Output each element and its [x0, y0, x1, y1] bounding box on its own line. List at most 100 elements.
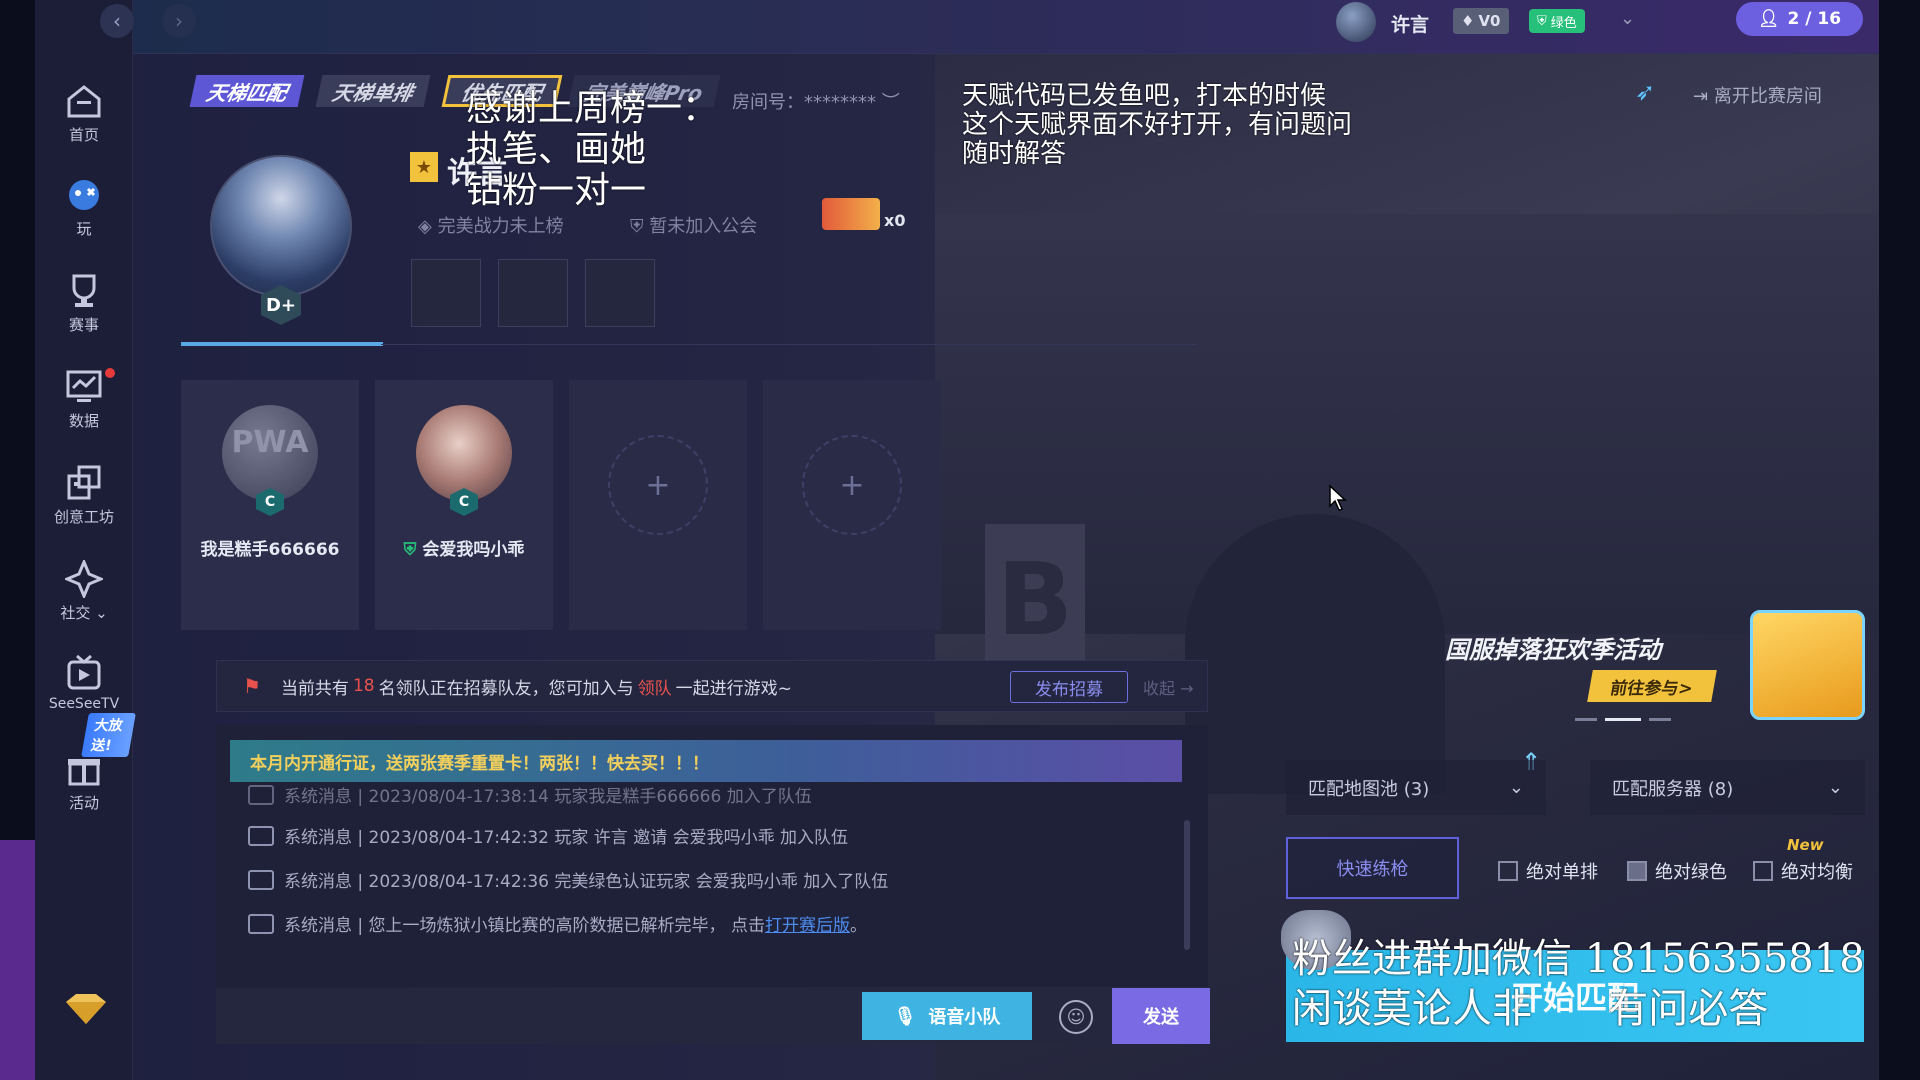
- team-card-1[interactable]: PWA C 我是糕手666666: [181, 380, 359, 630]
- avatar-pwa-text: PWA: [231, 425, 309, 460]
- chat-message: 系统消息 | 2023/08/04-17:42:32 玩家 许言 邀请 会爱我吗…: [248, 823, 848, 848]
- teammate-name: ⛨ 会爱我吗小乖: [403, 540, 525, 560]
- medal-slot-3[interactable]: [585, 259, 655, 327]
- team-card-2[interactable]: C ⛨ 会爱我吗小乖: [375, 380, 553, 630]
- vip-badge[interactable]: ♦ V0: [1453, 8, 1509, 34]
- guild-icon: ⛨: [630, 216, 644, 237]
- profile-divider: [381, 344, 1197, 345]
- eye-closed-icon[interactable]: ︶: [882, 92, 900, 113]
- add-user-icon[interactable]: +: [608, 435, 708, 535]
- absolute-green-checkbox[interactable]: 绝对绿色: [1627, 858, 1727, 884]
- send-button[interactable]: 发送: [1112, 988, 1210, 1044]
- leave-room-button[interactable]: ⇥ 离开比赛房间: [1693, 82, 1822, 108]
- map-pool-dropdown[interactable]: 匹配地图池 (3) ⌄: [1286, 760, 1546, 815]
- chat-panel: 本月内开通行证，送两张赛季重置卡！两张！！快去买！！！ 系统消息 | 2023/…: [216, 725, 1208, 987]
- profile-tab-underline: [181, 342, 383, 346]
- sidebar-item-label: SeeSeeTV: [48, 696, 120, 712]
- carousel-dot-active[interactable]: [1605, 718, 1641, 721]
- rocket-icon[interactable]: ➶: [1635, 78, 1655, 106]
- arch-doorway: [1185, 514, 1445, 794]
- server-pool-dropdown[interactable]: 匹配服务器 (8) ⌄: [1590, 760, 1865, 815]
- publish-recruit-button[interactable]: 发布招募: [1010, 671, 1128, 703]
- chart-icon: [64, 368, 104, 406]
- workshop-icon: [64, 464, 104, 502]
- post-match-link[interactable]: 打开赛后版: [765, 911, 850, 936]
- chevron-left-icon: ‹: [113, 9, 121, 33]
- medal-slot-2[interactable]: [498, 259, 568, 327]
- smiley-icon: ☺: [1066, 1006, 1086, 1028]
- chat-message: 系统消息 | 2023/08/04-17:42:36 完美绿色认证玩家 会爱我吗…: [248, 867, 888, 892]
- event-banner[interactable]: 国服掉落狂欢季活动 前往参与>: [1445, 610, 1865, 730]
- invite-slot-1[interactable]: +: [569, 380, 747, 630]
- invite-slot-2[interactable]: +: [763, 380, 941, 630]
- chevron-down-icon: ⌄: [95, 604, 108, 622]
- sidebar-item-social[interactable]: 社交 ⌄: [35, 560, 133, 623]
- teammate-avatar: PWA: [222, 405, 318, 501]
- account-dropdown[interactable]: ⌄: [1620, 8, 1635, 29]
- sidebar-item-workshop[interactable]: 创意工坊: [35, 464, 133, 527]
- player-avatar[interactable]: [210, 155, 352, 297]
- overlay-wechat-text: 粉丝进群加微信 18156355818 闲谈莫论人非 有问必答: [1292, 936, 1865, 1032]
- game-client-window: 首页 玩 赛事 数据 创意工坊 社交 ⌄ SeeSeeTV 大放送! 活动 ‹ …: [35, 0, 1879, 1080]
- overlay-talent-text: 天赋代码已发鱼吧，打本的时候 这个天赋界面不好打开，有问题问 随时解答: [962, 81, 1353, 169]
- wall-letter-b: B: [985, 524, 1085, 674]
- sidebar-item-data[interactable]: 数据: [35, 368, 133, 431]
- chat-scrollbar[interactable]: [1184, 820, 1190, 950]
- new-label: New: [1787, 836, 1824, 854]
- sidebar-item-play[interactable]: 玩: [35, 176, 133, 239]
- sidebar-item-activity[interactable]: 活动: [35, 750, 133, 813]
- medal-slot-1[interactable]: [411, 259, 481, 327]
- sidebar-item-label: 赛事: [68, 316, 99, 334]
- absolute-balance-checkbox[interactable]: 绝对均衡: [1753, 858, 1853, 884]
- arrow-right-icon: →: [1180, 679, 1194, 698]
- sidebar-item-label: 玩: [76, 220, 92, 238]
- monitor-icon: [248, 825, 274, 846]
- diamond-logo-icon[interactable]: [64, 992, 108, 1030]
- chevron-down-icon: ⌄: [1827, 777, 1843, 798]
- carousel-dot[interactable]: [1575, 718, 1597, 721]
- back-button[interactable]: ‹: [100, 4, 134, 38]
- gift-icon: [64, 750, 104, 788]
- chat-promo-banner[interactable]: 本月内开通行证，送两张赛季重置卡！两张！！快去买！！！: [230, 740, 1182, 782]
- mouse-cursor-icon: [1328, 484, 1348, 516]
- event-cta-button[interactable]: 前往参与>: [1587, 670, 1717, 702]
- ticket-icon: [822, 198, 880, 230]
- home-icon: [64, 82, 104, 120]
- chevron-right-icon: ›: [175, 9, 183, 33]
- user-avatar-small[interactable]: [1336, 2, 1376, 42]
- top-bar: ‹ › 许言 ♦ V0 ⛨ 绿色 ⌄ 👤︎ 2 / 16: [100, 0, 1879, 54]
- green-certified-badge[interactable]: ⛨ 绿色: [1529, 9, 1585, 33]
- sidebar-item-label: 创意工坊: [53, 508, 114, 526]
- teammate-name: 我是糕手666666: [200, 540, 340, 560]
- trophy-icon: [64, 272, 104, 310]
- room-count-button[interactable]: 👤︎ 2 / 16: [1736, 2, 1863, 36]
- collapse-button[interactable]: 收起 →: [1143, 675, 1194, 699]
- recruit-notice: ⚑ 当前共有 18 名领队正在招募队友，您可加入与 领队 一起进行游戏~ 发布招…: [216, 660, 1208, 712]
- absolute-solo-checkbox[interactable]: 绝对单排: [1498, 858, 1598, 884]
- add-user-icon[interactable]: +: [802, 435, 902, 535]
- ticket-item[interactable]: x0: [822, 198, 905, 230]
- sidebar-item-label: 数据: [68, 412, 99, 430]
- guild-status[interactable]: ⛨ 暂未加入公会: [630, 212, 757, 238]
- forward-button[interactable]: ›: [162, 4, 196, 38]
- quick-practice-button[interactable]: 快速练枪: [1286, 837, 1459, 899]
- sidebar-item-seesee-tv[interactable]: SeeSeeTV: [35, 654, 133, 712]
- carousel-dot[interactable]: [1649, 718, 1671, 721]
- sidebar: 首页 玩 赛事 数据 创意工坊 社交 ⌄ SeeSeeTV 大放送! 活动: [35, 0, 136, 1080]
- monitor-icon: [248, 869, 274, 890]
- emoji-button[interactable]: ☺: [1059, 1000, 1093, 1034]
- tab-ranked-solo[interactable]: 天梯单排: [315, 75, 431, 107]
- gamepad-icon: [64, 176, 104, 214]
- tab-ranked-match[interactable]: 天梯匹配: [189, 75, 305, 107]
- vip-diamond-icon: ♦: [1461, 12, 1475, 30]
- power-rank[interactable]: ◈ 完美战力未上榜: [418, 212, 564, 238]
- teammate-avatar: [416, 405, 512, 501]
- user-name[interactable]: 许言: [1391, 10, 1429, 37]
- chat-message: 系统消息 | 您上一场炼狱小镇比赛的高阶数据已解析完毕， 点击 打开赛后版。: [248, 911, 867, 936]
- green-shield-icon: ⛨: [403, 540, 417, 560]
- sidebar-item-home[interactable]: 首页: [35, 82, 133, 145]
- user-icon: 👤︎: [1757, 9, 1780, 29]
- sidebar-item-events[interactable]: 赛事: [35, 272, 133, 335]
- voice-team-button[interactable]: 🎙︎ 语音小队: [862, 992, 1032, 1040]
- social-icon: [64, 560, 104, 598]
